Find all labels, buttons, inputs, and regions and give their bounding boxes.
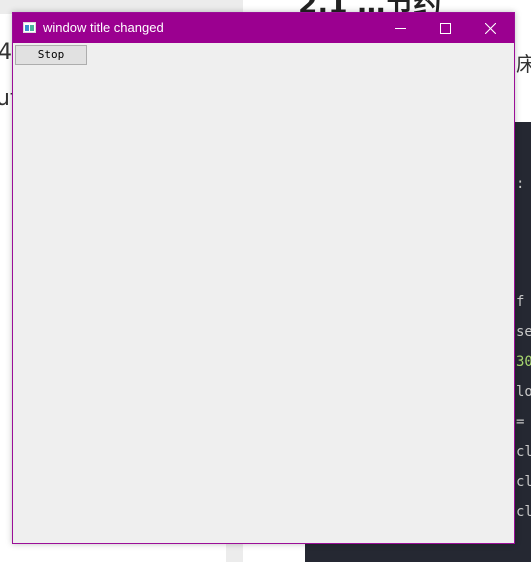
code-line: se <box>516 324 531 340</box>
app-window: window title changed Stop <box>12 12 515 544</box>
background-text-fragment: 床后 <box>516 52 531 76</box>
app-window-icon <box>23 22 36 33</box>
desktop: 2.1 …节约 44 ut 床后 : f se 30 low = cl cl c… <box>0 0 531 562</box>
title-bar[interactable]: window title changed <box>13 13 514 43</box>
code-line: : <box>516 176 525 192</box>
minimize-icon <box>395 28 406 29</box>
maximize-button[interactable] <box>423 13 468 43</box>
window-client-area: Stop <box>13 43 514 543</box>
code-line: cl <box>516 504 531 520</box>
window-title: window title changed <box>43 20 164 35</box>
close-icon <box>485 23 496 34</box>
close-button[interactable] <box>468 13 514 43</box>
stop-button[interactable]: Stop <box>15 45 87 65</box>
code-line: f <box>516 294 525 310</box>
code-line: low <box>516 384 531 400</box>
maximize-icon <box>440 23 451 34</box>
minimize-button[interactable] <box>378 13 423 43</box>
code-line: = <box>516 414 525 430</box>
code-line: cl <box>516 474 531 490</box>
code-line: cl <box>516 444 531 460</box>
code-line: 30 <box>516 354 531 370</box>
